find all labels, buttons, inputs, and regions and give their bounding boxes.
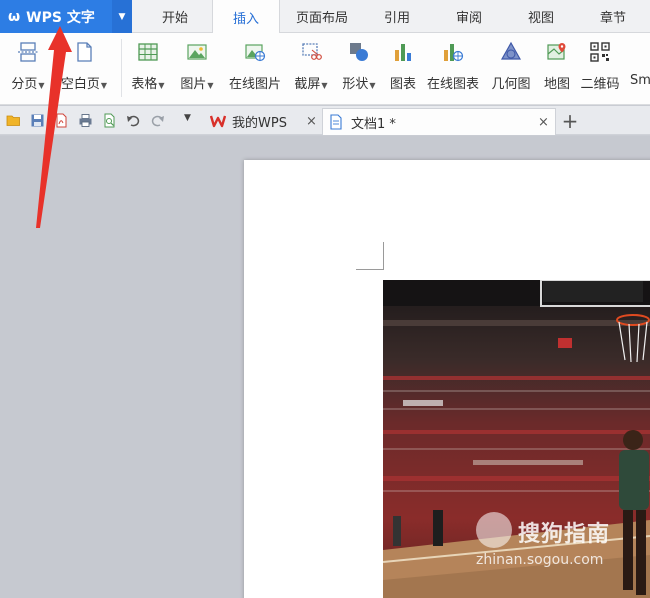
qrcode-button[interactable]: 二维码 (578, 33, 622, 105)
table-label: 表格 (131, 77, 158, 92)
insert-ribbon: 分页▼ 空白页▼ 表格▼ 图片▼ 在线图片 截屏▼ 形状▼ 图表 在线图表 几何… (0, 33, 650, 105)
tab-start[interactable]: 开始 (140, 0, 210, 33)
tab-page-layout[interactable]: 页面布局 (284, 0, 360, 33)
online-picture-icon (245, 44, 266, 62)
chart-icon (395, 44, 411, 61)
smart-art-button[interactable]: Sm (626, 33, 650, 105)
shape-button[interactable]: 形状▼ (336, 33, 382, 105)
new-tab-plus-icon[interactable]: + (560, 106, 580, 135)
open-folder-icon[interactable] (6, 113, 21, 128)
quick-access-toolbar: ▼ 我的WPS × 文档1 * × (0, 106, 650, 135)
online-chart-label: 在线图表 (426, 77, 479, 92)
chevron-down-icon: ▼ (321, 81, 328, 90)
app-menu-dropdown[interactable]: ▼ (112, 0, 132, 33)
print-preview-icon[interactable] (102, 113, 117, 128)
online-chart-icon (444, 44, 464, 62)
document-icon (330, 114, 342, 130)
chart-label: 图表 (389, 77, 416, 92)
geometry-button[interactable]: 几何图 (488, 33, 534, 105)
blank-page-icon (77, 42, 92, 62)
map-icon (547, 43, 566, 60)
screenshot-icon (302, 43, 322, 60)
qrcode-icon (590, 42, 610, 62)
page-break-icon (18, 42, 38, 62)
tab-chapter[interactable]: 章节 (580, 0, 646, 33)
wps-w-icon: ω (8, 8, 21, 25)
map-label: 地图 (543, 77, 570, 92)
wps-logo-icon (210, 115, 226, 128)
online-chart-button[interactable]: 在线图表 (424, 33, 482, 105)
chevron-down-icon: ▼ (100, 81, 108, 90)
app-menu-button[interactable]: ω WPS 文字 (0, 0, 112, 33)
tab-insert[interactable]: 插入 (212, 0, 280, 34)
online-picture-button[interactable]: 在线图片 (224, 33, 286, 105)
doc-tab-label: 我的WPS (232, 116, 287, 131)
watermark-title: 搜狗指南 (518, 522, 611, 547)
margin-corner-mark (356, 242, 384, 270)
close-icon[interactable]: × (538, 115, 549, 130)
menu-bar: ω WPS 文字 ▼ 开始 插入 页面布局 引用 审阅 视图 章节 (0, 0, 650, 34)
screenshot-label: 截屏 (294, 77, 321, 92)
smart-art-label: Sm (630, 73, 650, 88)
inserted-image[interactable] (383, 280, 650, 598)
tab-references[interactable]: 引用 (364, 0, 430, 33)
chevron-down-icon: ▼ (369, 81, 376, 90)
doc-tab-document1[interactable]: 文档1 * × (322, 108, 556, 135)
geometry-icon (500, 41, 522, 60)
blank-page-label: 空白页 (60, 77, 100, 92)
sogou-logo-icon (476, 512, 512, 548)
basketball-arena-photo (383, 280, 650, 598)
picture-label: 图片 (180, 77, 207, 92)
screenshot-button[interactable]: 截屏▼ (289, 33, 333, 105)
picture-icon (187, 44, 207, 60)
qrcode-label: 二维码 (580, 77, 620, 92)
chevron-down-icon: ▼ (207, 81, 214, 90)
tab-view[interactable]: 视图 (508, 0, 574, 33)
redo-icon[interactable] (150, 113, 165, 128)
doc-tab-my-wps[interactable]: 我的WPS × (204, 108, 320, 135)
picture-button[interactable]: 图片▼ (174, 33, 220, 105)
blank-page-button[interactable]: 空白页▼ (56, 33, 112, 105)
ribbon-separator (121, 39, 122, 97)
print-icon[interactable] (78, 113, 93, 128)
app-name: WPS 文字 (26, 9, 95, 26)
save-icon[interactable] (30, 113, 45, 128)
table-icon (138, 43, 158, 61)
shape-icon (350, 43, 368, 61)
chevron-down-icon: ▼ (118, 11, 126, 22)
map-button[interactable]: 地图 (538, 33, 576, 105)
page-break-label: 分页 (11, 77, 38, 92)
online-picture-label: 在线图片 (228, 77, 281, 92)
tab-review[interactable]: 审阅 (436, 0, 502, 33)
watermark-url: zhinan.sogou.com (476, 552, 604, 568)
chevron-down-icon: ▼ (158, 81, 165, 90)
geometry-label: 几何图 (491, 77, 531, 92)
page-break-button[interactable]: 分页▼ (2, 33, 54, 105)
export-pdf-icon[interactable] (54, 113, 69, 128)
chart-button[interactable]: 图表 (384, 33, 422, 105)
doc-tab-label: 文档1 * (351, 116, 396, 132)
shape-label: 形状 (342, 77, 369, 92)
toolbar-more-icon[interactable]: ▼ (184, 113, 191, 123)
close-icon[interactable]: × (306, 114, 317, 129)
chevron-down-icon: ▼ (38, 81, 45, 90)
table-button[interactable]: 表格▼ (126, 33, 170, 105)
undo-icon[interactable] (126, 113, 141, 128)
